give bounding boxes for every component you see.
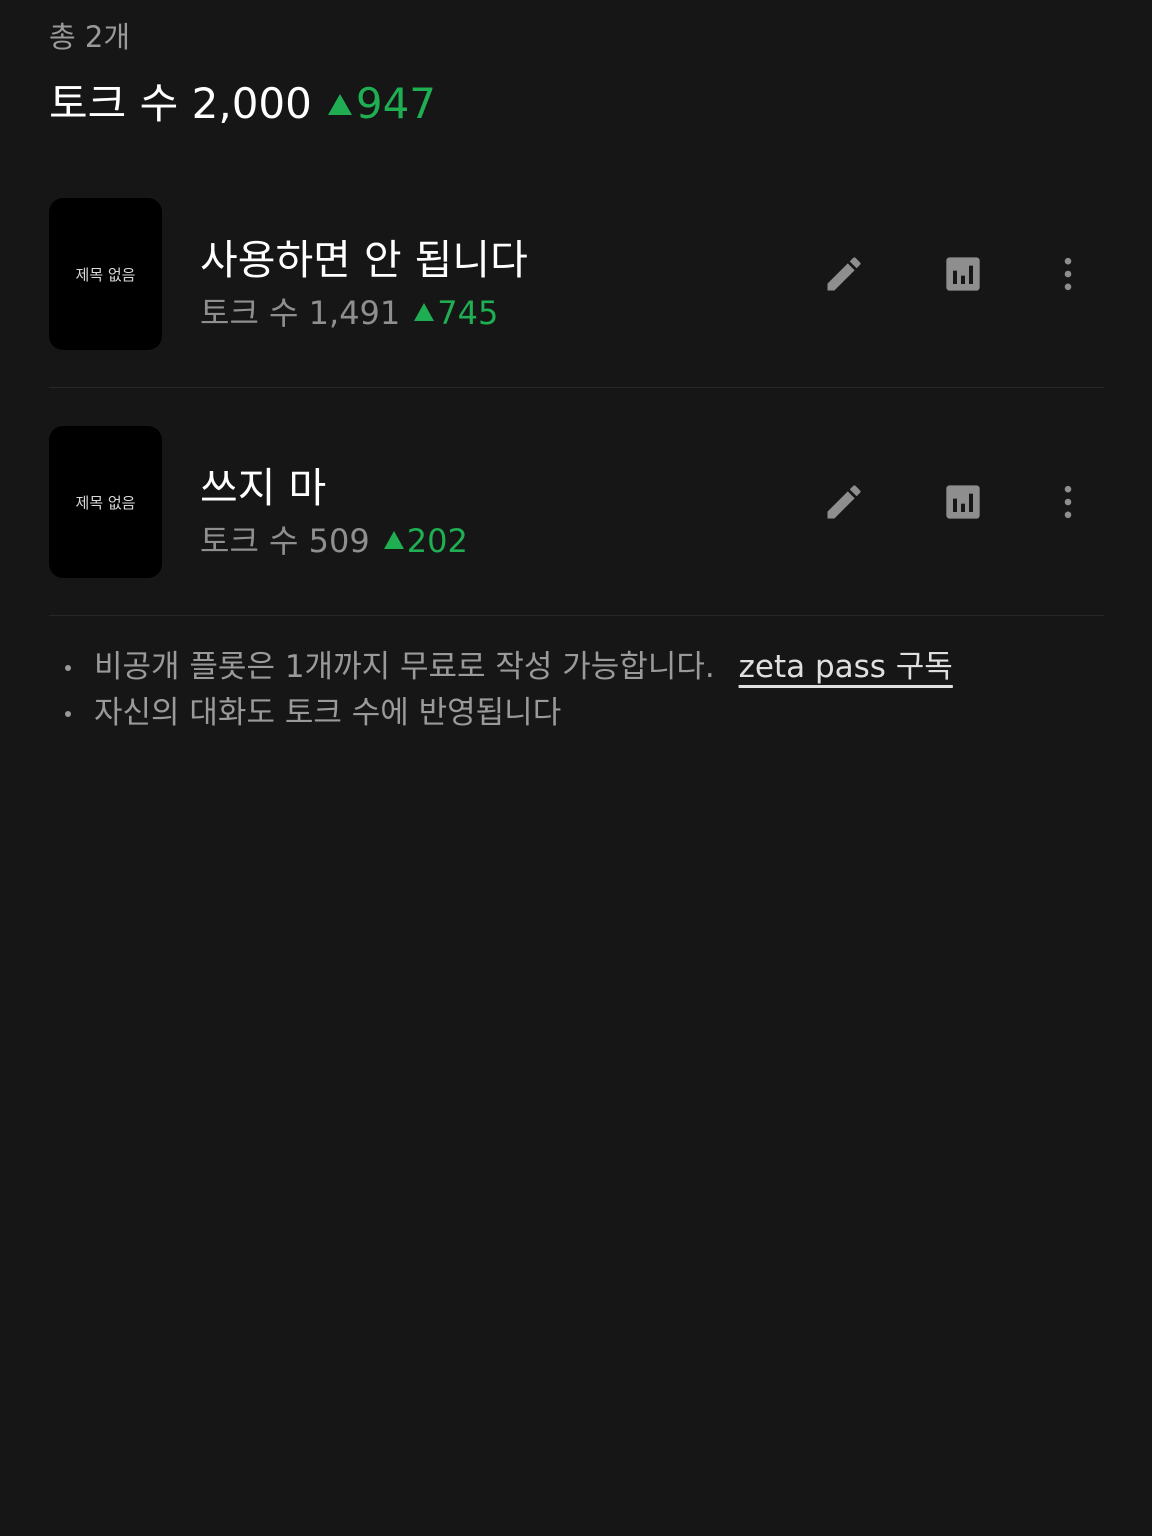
- plot-title[interactable]: 쓰지 마: [200, 454, 326, 514]
- total-talk-label: 토크 수 2,000: [49, 79, 312, 128]
- plot-delta-value: 745: [437, 294, 499, 332]
- plot-talk-count: 토크 수 509 202: [200, 516, 468, 562]
- plot-list-page: 총 2개 토크 수 2,000 947 제목 없음 사용하면 안 됩니다 토크 …: [0, 0, 1152, 1536]
- stats-button[interactable]: [939, 250, 987, 298]
- total-delta-value: 947: [355, 79, 437, 128]
- plot-delta: 745: [400, 294, 498, 332]
- plot-talk-label: 토크 수 509: [200, 522, 370, 560]
- note-text: 비공개 플롯은 1개까지 무료로 작성 가능합니다.: [94, 649, 715, 685]
- total-count: 총 2개: [49, 20, 131, 54]
- plot-thumbnail[interactable]: 제목 없음: [49, 426, 162, 578]
- bullet-icon: [65, 665, 71, 671]
- more-vertical-icon: [1064, 257, 1072, 291]
- pencil-icon: [827, 257, 861, 291]
- total-talk-count: 토크 수 2,000 947: [49, 70, 436, 131]
- plot-talk-label: 토크 수 1,491: [200, 294, 401, 332]
- plot-talk-count: 토크 수 1,491 745: [200, 288, 498, 334]
- info-notes: 비공개 플롯은 1개까지 무료로 작성 가능합니다. zeta pass 구독 …: [62, 644, 953, 736]
- bar-chart-icon: [946, 485, 980, 519]
- bullet-icon: [65, 711, 71, 717]
- note-text: 자신의 대화도 토크 수에 반영됩니다: [94, 695, 562, 731]
- plot-delta: 202: [370, 522, 468, 560]
- triangle-up-icon: [383, 531, 404, 549]
- plot-item[interactable]: 제목 없음 쓰지 마 토크 수 509 202: [49, 426, 1104, 616]
- more-options-button[interactable]: [1044, 250, 1092, 298]
- triangle-up-icon: [414, 303, 435, 321]
- plot-thumbnail[interactable]: 제목 없음: [49, 198, 162, 350]
- pencil-icon: [827, 485, 861, 519]
- stats-button[interactable]: [939, 478, 987, 526]
- plot-item[interactable]: 제목 없음 사용하면 안 됩니다 토크 수 1,491 745: [49, 198, 1104, 388]
- more-options-button[interactable]: [1044, 478, 1092, 526]
- divider: [49, 615, 1104, 616]
- edit-button[interactable]: [820, 478, 868, 526]
- note-item: 자신의 대화도 토크 수에 반영됩니다: [62, 690, 953, 736]
- more-vertical-icon: [1064, 485, 1072, 519]
- total-delta: 947: [312, 79, 436, 128]
- zeta-pass-subscribe-link[interactable]: zeta pass 구독: [739, 649, 953, 685]
- triangle-up-icon: [327, 94, 352, 115]
- note-item: 비공개 플롯은 1개까지 무료로 작성 가능합니다. zeta pass 구독: [62, 644, 953, 690]
- plot-delta-value: 202: [406, 522, 468, 560]
- edit-button[interactable]: [820, 250, 868, 298]
- bar-chart-icon: [946, 257, 980, 291]
- divider: [49, 387, 1104, 388]
- plot-title[interactable]: 사용하면 안 됩니다: [200, 226, 528, 286]
